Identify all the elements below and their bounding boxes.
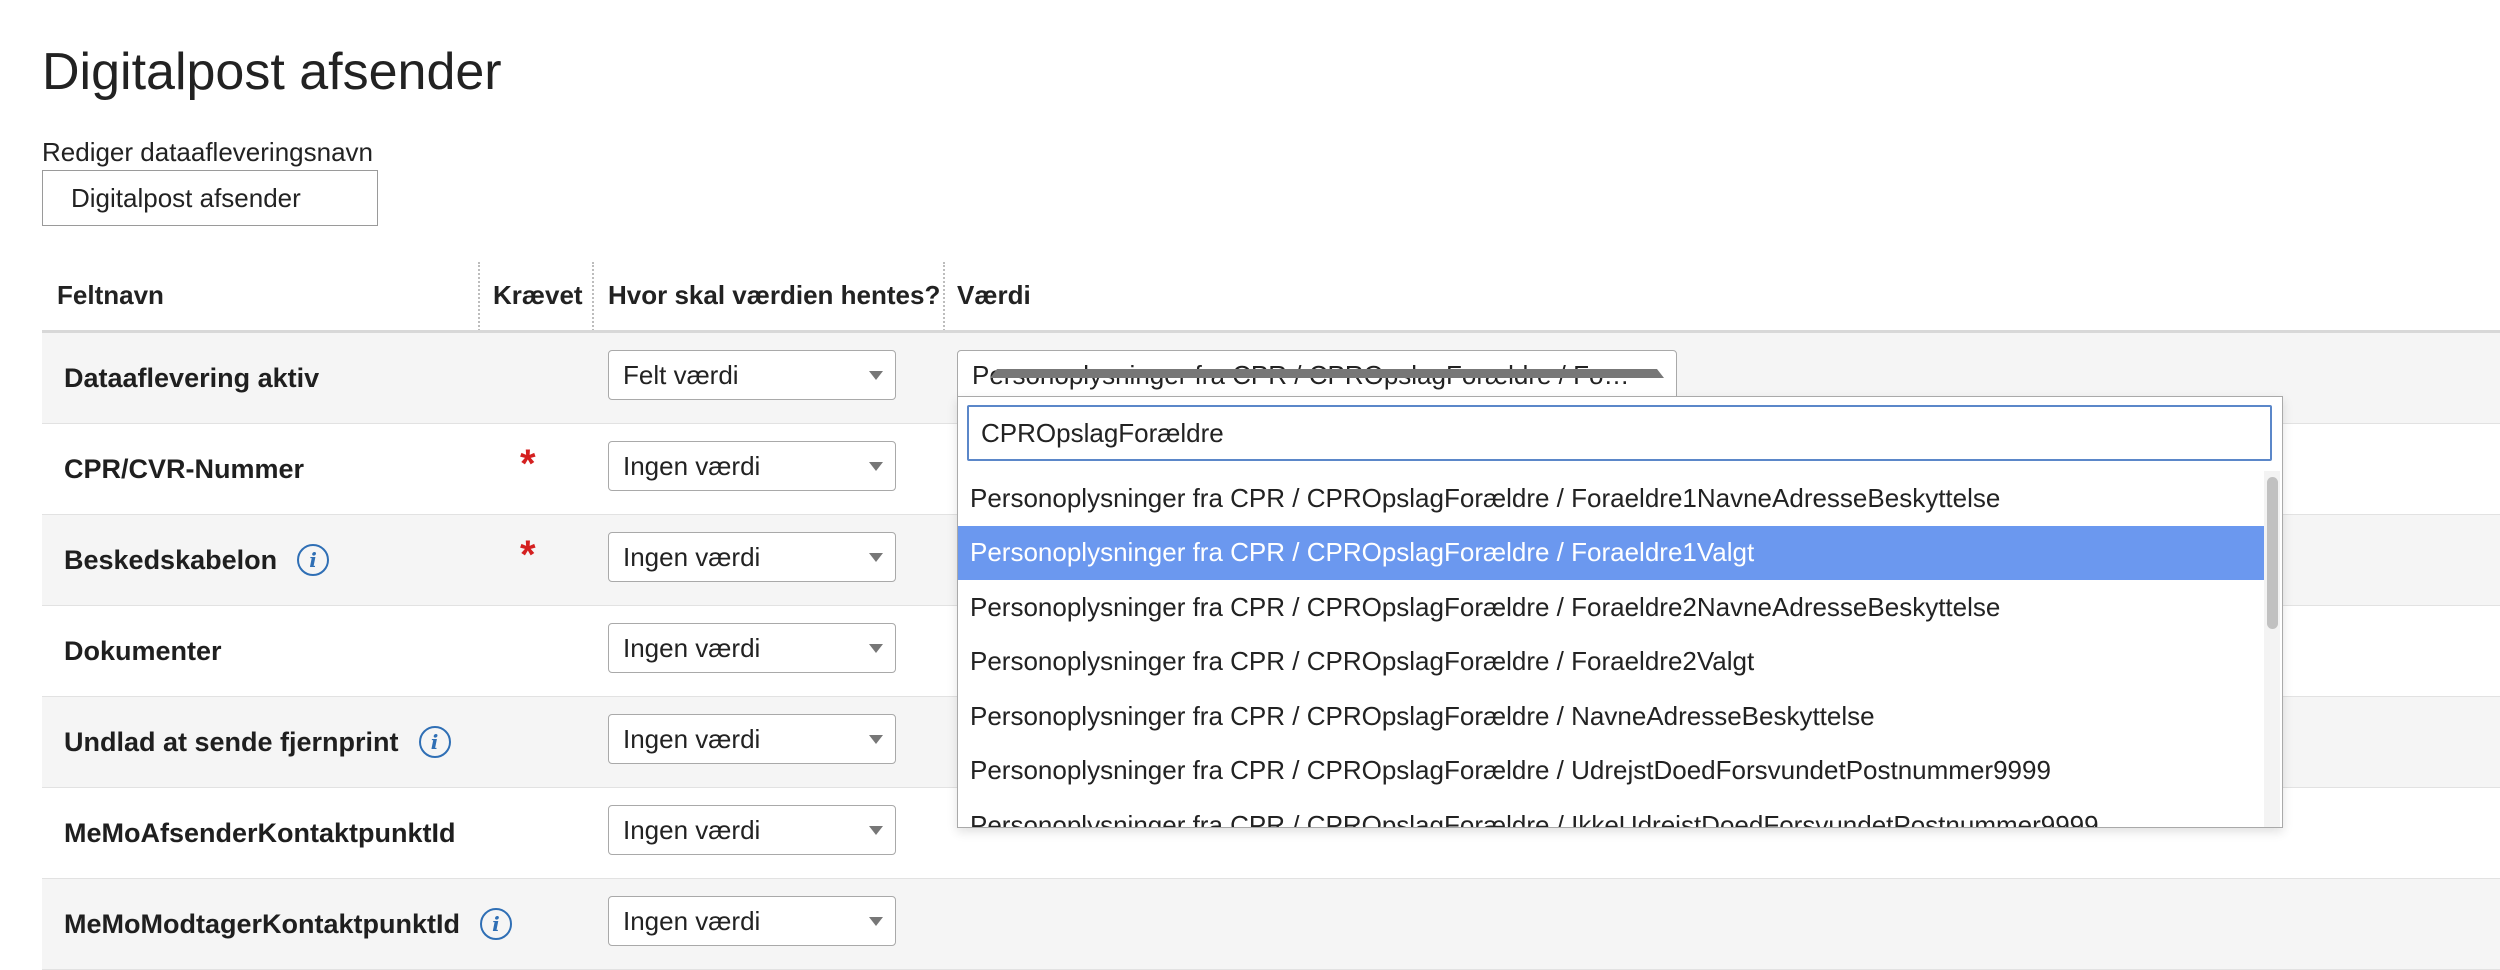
source-select[interactable]: Ingen værdi — [608, 623, 896, 673]
source-select-value: Ingen værdi — [623, 723, 761, 754]
header-vaerdi: Værdi — [957, 280, 1031, 310]
source-select[interactable]: Ingen værdi — [608, 714, 896, 764]
chevron-down-icon — [869, 553, 883, 562]
value-select[interactable]: Personoplysninger fra CPR / CPROpslagFor… — [957, 350, 1677, 400]
source-select-value: Ingen værdi — [623, 814, 761, 845]
table-header: Feltnavn Krævet Hvor skal værdien hentes… — [42, 262, 2500, 333]
field-name-label: Undlad at sende fjernprint — [64, 726, 399, 757]
dropdown-options: Personoplysninger fra CPR / CPROpslagFor… — [958, 471, 2264, 827]
field-name: MeMoModtagerKontaktpunktId i — [64, 879, 512, 969]
required-marker: * — [520, 533, 536, 577]
chevron-up-icon — [990, 369, 1664, 378]
chevron-down-icon — [869, 371, 883, 380]
header-feltnavn: Feltnavn — [57, 280, 164, 310]
dropdown-search-input[interactable] — [967, 405, 2272, 461]
name-label: Rediger dataafleveringsnavn — [42, 137, 373, 167]
source-select-value: Felt værdi — [623, 359, 739, 390]
field-name-label: MeMoModtagerKontaktpunktId — [64, 908, 460, 939]
field-name: CPR/CVR-Nummer — [64, 424, 304, 514]
field-name: MeMoAfsenderKontaktpunktId — [64, 788, 456, 878]
info-icon[interactable]: i — [418, 726, 451, 758]
dropdown-option[interactable]: Personoplysninger fra CPR / CPROpslagFor… — [958, 689, 2264, 744]
source-select[interactable]: Ingen værdi — [608, 532, 896, 582]
info-icon[interactable]: i — [479, 908, 512, 940]
source-select[interactable]: Ingen værdi — [608, 805, 896, 855]
field-name: Undlad at sende fjernprint i — [64, 697, 451, 787]
field-name: Beskedskabelon i — [64, 515, 330, 605]
dropdown-scrollbar-thumb[interactable] — [2267, 477, 2278, 629]
table-row: MeMoModtagerKontaktpunktId i Ingen værdi — [42, 879, 2500, 970]
field-name-label: CPR/CVR-Nummer — [64, 453, 305, 484]
source-select[interactable]: Felt værdi — [608, 350, 896, 400]
field-name-label: Beskedskabelon — [64, 544, 278, 575]
chevron-down-icon — [869, 826, 883, 835]
chevron-down-icon — [869, 735, 883, 744]
field-name: Dataaflevering aktiv — [64, 333, 319, 423]
source-select[interactable]: Ingen værdi — [608, 896, 896, 946]
field-name-label: Dokumenter — [64, 635, 222, 666]
field-name-label: Dataaflevering aktiv — [64, 362, 320, 393]
source-select-value: Ingen værdi — [623, 905, 761, 936]
header-hvor: Hvor skal værdien hentes? — [608, 280, 941, 310]
chevron-down-icon — [869, 917, 883, 926]
chevron-down-icon — [869, 644, 883, 653]
dropdown-option[interactable]: Personoplysninger fra CPR / CPROpslagFor… — [958, 580, 2264, 635]
header-kraevet: Krævet — [493, 280, 583, 310]
source-select-value: Ingen værdi — [623, 541, 761, 572]
info-icon[interactable]: i — [297, 544, 330, 576]
required-marker: * — [520, 442, 536, 486]
page-title: Digitalpost afsender — [42, 43, 502, 101]
chevron-down-icon — [869, 462, 883, 471]
field-name-label: MeMoAfsenderKontaktpunktId — [64, 817, 456, 848]
value-dropdown: Personoplysninger fra CPR / CPROpslagFor… — [957, 396, 2283, 828]
source-select[interactable]: Ingen værdi — [608, 441, 896, 491]
dropdown-option[interactable]: Personoplysninger fra CPR / CPROpslagFor… — [958, 744, 2264, 799]
field-name: Dokumenter — [64, 606, 222, 696]
dropdown-option-selected[interactable]: Personoplysninger fra CPR / CPROpslagFor… — [958, 525, 2264, 580]
dropdown-option[interactable]: Personoplysninger fra CPR / CPROpslagFor… — [958, 471, 2264, 526]
dropdown-option[interactable]: Personoplysninger fra CPR / CPROpslagFor… — [958, 798, 2264, 827]
dropdown-option[interactable]: Personoplysninger fra CPR / CPROpslagFor… — [958, 635, 2264, 690]
source-select-value: Ingen værdi — [623, 450, 761, 481]
source-select-value: Ingen værdi — [623, 632, 761, 663]
name-input[interactable] — [42, 170, 378, 226]
